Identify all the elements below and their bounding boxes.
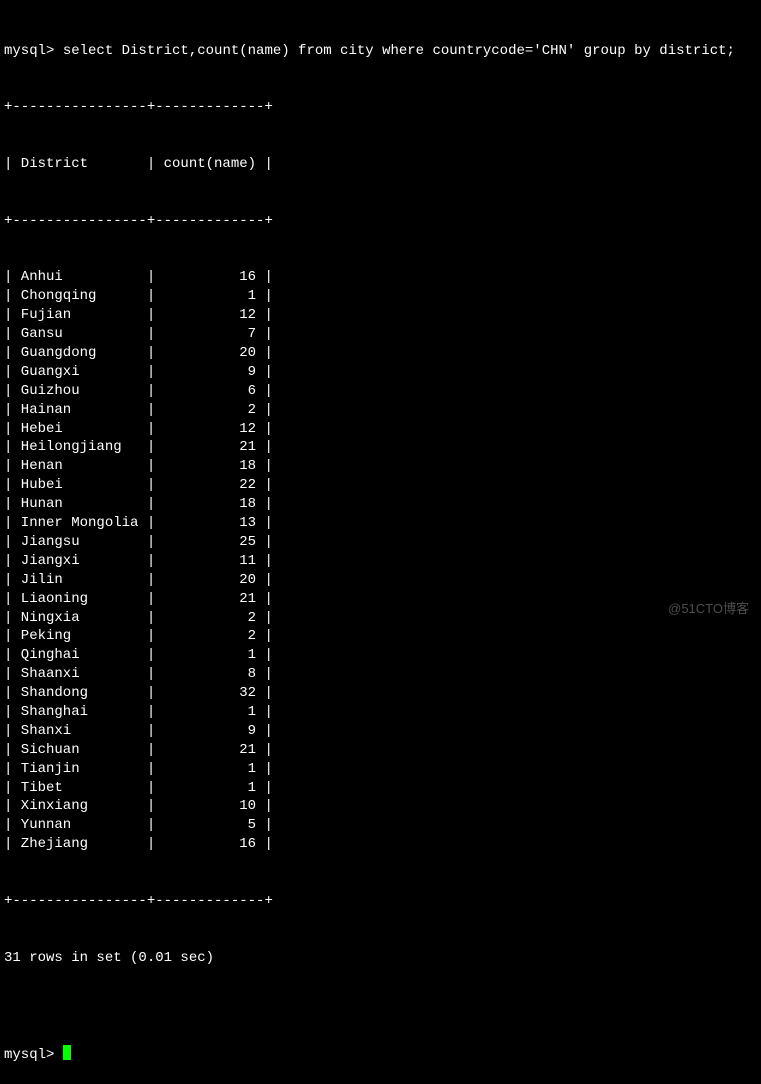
table-separator-bottom: +----------------+-------------+ — [4, 892, 757, 911]
prompt-line[interactable]: mysql> — [4, 1043, 757, 1065]
table-row: | Shandong | 32 | — [4, 684, 757, 703]
cursor-block — [63, 1045, 71, 1060]
table-row: | Inner Mongolia | 13 | — [4, 514, 757, 533]
query-line: mysql> select District,count(name) from … — [4, 42, 757, 61]
table-row: | Yunnan | 5 | — [4, 816, 757, 835]
table-row: | Guizhou | 6 | — [4, 382, 757, 401]
table-row: | Anhui | 16 | — [4, 268, 757, 287]
table-row: | Zhejiang | 16 | — [4, 835, 757, 854]
result-summary: 31 rows in set (0.01 sec) — [4, 949, 757, 968]
table-row: | Xinxiang | 10 | — [4, 797, 757, 816]
table-row: | Shanxi | 9 | — [4, 722, 757, 741]
sql-query: select District,count(name) from city wh… — [63, 43, 735, 59]
table-header-row: | District | count(name) | — [4, 155, 757, 174]
table-row: | Hunan | 18 | — [4, 495, 757, 514]
table-separator-top: +----------------+-------------+ — [4, 98, 757, 117]
table-row: | Shaanxi | 8 | — [4, 665, 757, 684]
table-row: | Chongqing | 1 | — [4, 287, 757, 306]
table-row: | Hubei | 22 | — [4, 476, 757, 495]
table-row: | Jiangxi | 11 | — [4, 552, 757, 571]
table-row: | Jiangsu | 25 | — [4, 533, 757, 552]
table-row: | Gansu | 7 | — [4, 325, 757, 344]
terminal-output: mysql> select District,count(name) from … — [4, 4, 757, 1084]
table-row: | Peking | 2 | — [4, 627, 757, 646]
table-row: | Hebei | 12 | — [4, 420, 757, 439]
table-row: | Guangdong | 20 | — [4, 344, 757, 363]
table-row: | Tianjin | 1 | — [4, 760, 757, 779]
table-separator-mid: +----------------+-------------+ — [4, 212, 757, 231]
table-row: | Shanghai | 1 | — [4, 703, 757, 722]
table-row: | Fujian | 12 | — [4, 306, 757, 325]
table-body: | Anhui | 16 || Chongqing | 1 || Fujian … — [4, 268, 757, 854]
table-row: | Tibet | 1 | — [4, 779, 757, 798]
table-row: | Henan | 18 | — [4, 457, 757, 476]
mysql-prompt: mysql> — [4, 43, 63, 59]
watermark-text: @51CTO博客 — [668, 600, 749, 618]
table-row: | Qinghai | 1 | — [4, 646, 757, 665]
table-row: | Hainan | 2 | — [4, 401, 757, 420]
table-row: | Liaoning | 21 | — [4, 590, 757, 609]
table-row: | Guangxi | 9 | — [4, 363, 757, 382]
mysql-prompt: mysql> — [4, 1046, 63, 1065]
table-row: | Ningxia | 2 | — [4, 609, 757, 628]
table-row: | Heilongjiang | 21 | — [4, 438, 757, 457]
table-row: | Jilin | 20 | — [4, 571, 757, 590]
table-row: | Sichuan | 21 | — [4, 741, 757, 760]
